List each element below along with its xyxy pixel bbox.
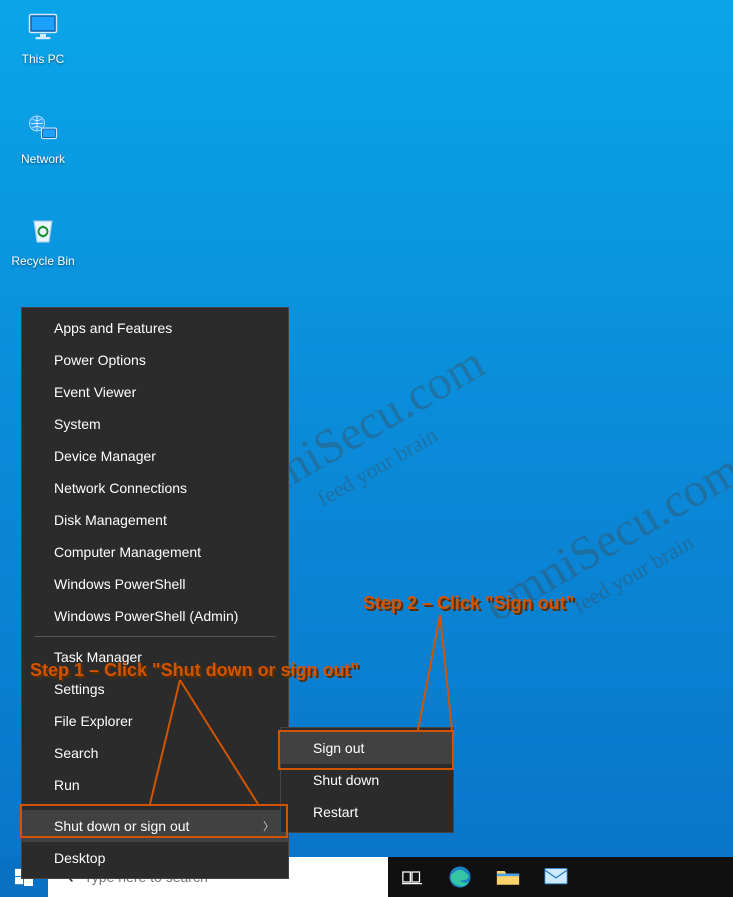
desktop-icon-recycle-bin[interactable]: Recycle Bin xyxy=(5,210,81,268)
taskbar-app-edge[interactable] xyxy=(436,857,484,897)
desktop-icon-label: This PC xyxy=(5,52,81,66)
desktop-icon-label: Recycle Bin xyxy=(5,254,81,268)
menu-separator xyxy=(34,805,276,806)
desktop-icon-network[interactable]: Network xyxy=(5,108,81,166)
menu-item-run[interactable]: Run xyxy=(22,769,288,801)
mail-icon xyxy=(544,867,568,887)
taskbar-app-file-explorer[interactable] xyxy=(484,857,532,897)
desktop-icon-this-pc[interactable]: This PC xyxy=(5,8,81,66)
desktop-icon-label: Network xyxy=(5,152,81,166)
menu-item-file-explorer[interactable]: File Explorer xyxy=(22,705,288,737)
edge-icon xyxy=(447,864,473,890)
menu-item-event-viewer[interactable]: Event Viewer xyxy=(22,376,288,408)
winx-context-menu: Apps and Features Power Options Event Vi… xyxy=(21,307,289,879)
menu-item-disk-management[interactable]: Disk Management xyxy=(22,504,288,536)
menu-item-network-connections[interactable]: Network Connections xyxy=(22,472,288,504)
annotation-step1: Step 1 – Click "Shut down or sign out" xyxy=(30,660,359,681)
menu-separator xyxy=(34,636,276,637)
folder-icon xyxy=(496,867,520,887)
monitor-icon xyxy=(19,8,67,48)
menu-item-powershell-admin[interactable]: Windows PowerShell (Admin) xyxy=(22,600,288,632)
menu-item-computer-management[interactable]: Computer Management xyxy=(22,536,288,568)
network-icon xyxy=(19,108,67,148)
submenu-item-shutdown[interactable]: Shut down xyxy=(281,764,453,796)
menu-item-system[interactable]: System xyxy=(22,408,288,440)
menu-item-device-manager[interactable]: Device Manager xyxy=(22,440,288,472)
menu-item-shutdown-signout[interactable]: Shut down or sign out 〉 xyxy=(22,810,288,842)
shutdown-submenu: Sign out Shut down Restart xyxy=(280,727,454,833)
menu-item-desktop[interactable]: Desktop xyxy=(22,842,288,874)
menu-item-power-options[interactable]: Power Options xyxy=(22,344,288,376)
taskbar-app-mail[interactable] xyxy=(532,857,580,897)
submenu-item-signout[interactable]: Sign out xyxy=(281,732,453,764)
task-view-button[interactable] xyxy=(388,857,436,897)
submenu-item-restart[interactable]: Restart xyxy=(281,796,453,828)
menu-item-label: Shut down or sign out xyxy=(54,818,189,834)
task-view-icon xyxy=(402,869,422,885)
chevron-right-icon: 〉 xyxy=(263,818,274,834)
annotation-step2: Step 2 – Click "Sign out" xyxy=(363,593,574,614)
menu-item-apps-features[interactable]: Apps and Features xyxy=(22,312,288,344)
menu-item-search[interactable]: Search xyxy=(22,737,288,769)
menu-item-powershell[interactable]: Windows PowerShell xyxy=(22,568,288,600)
watermark: omniSecu.com feed your brain xyxy=(480,452,733,661)
recycle-bin-icon xyxy=(19,210,67,250)
